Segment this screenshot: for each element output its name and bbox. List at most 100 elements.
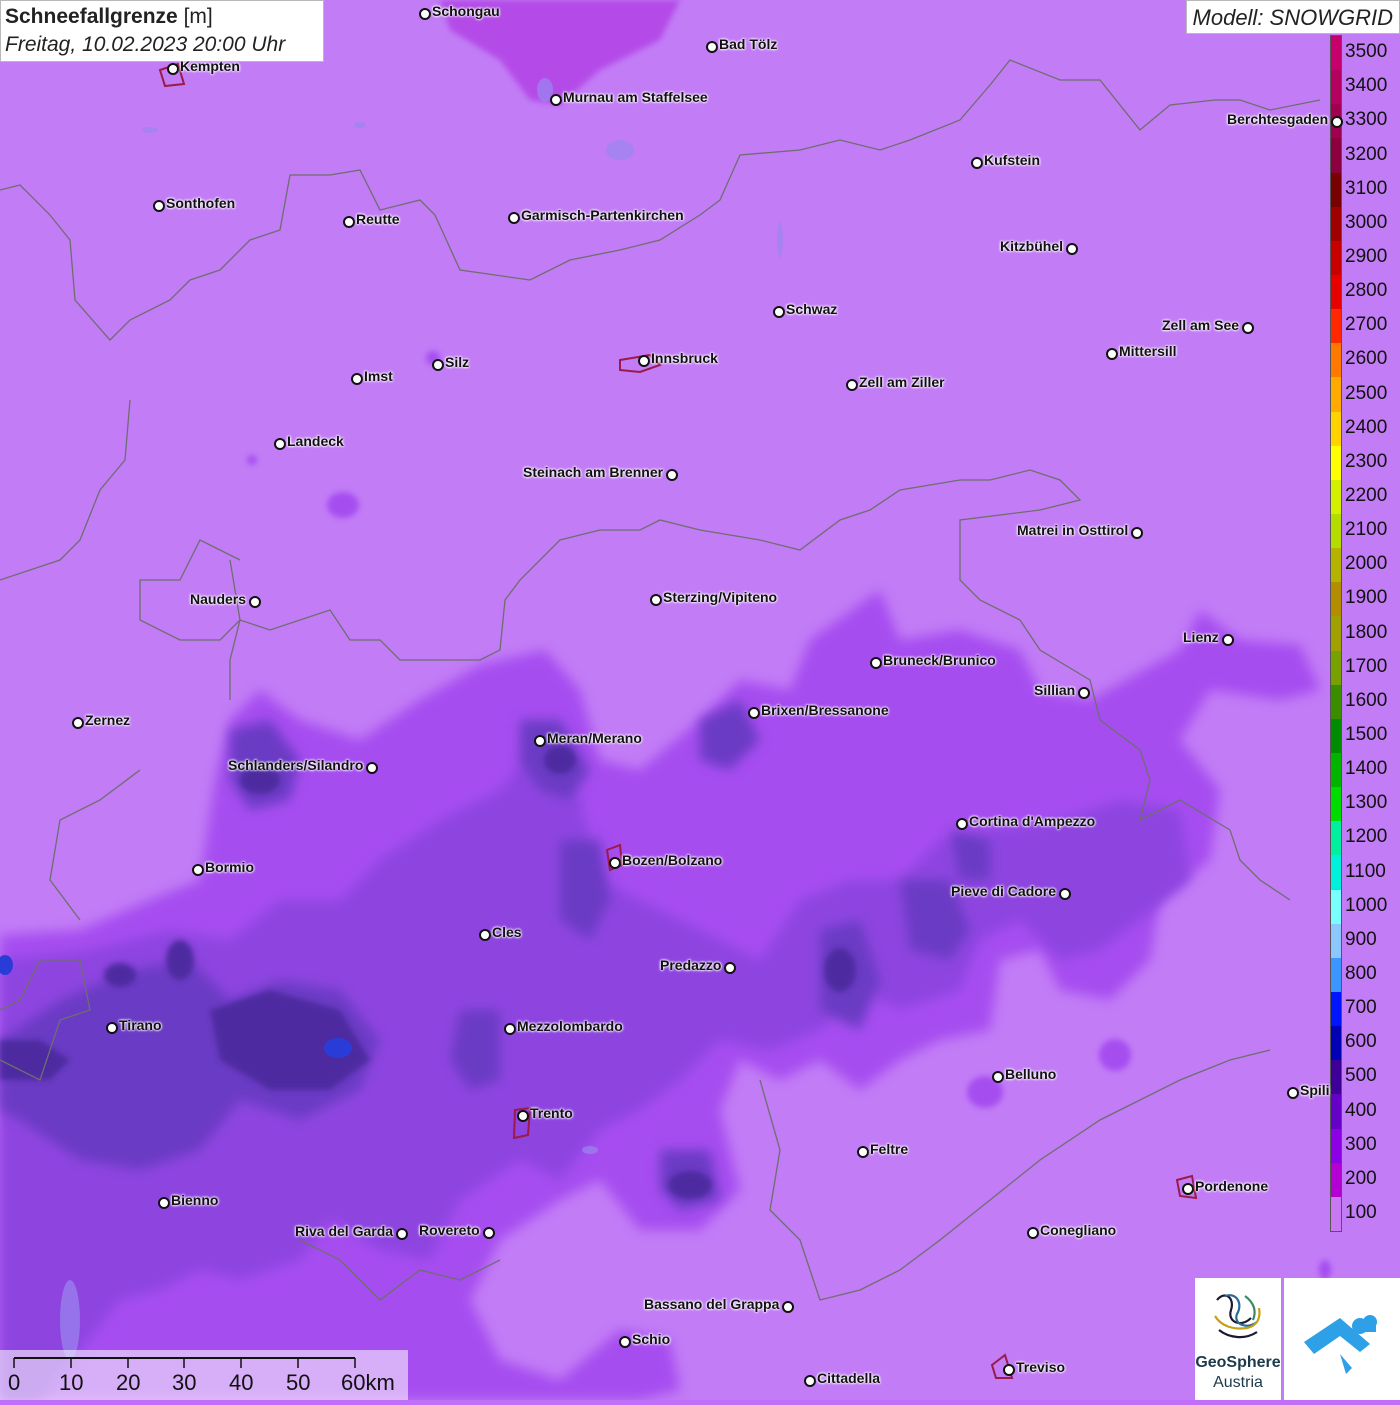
city-marker: [479, 929, 491, 941]
low-snowline-spot: [324, 1038, 352, 1058]
city-marker: [343, 216, 355, 228]
legend-label: 200: [1345, 1167, 1377, 1189]
city-marker: [192, 864, 204, 876]
legend-swatch: [1331, 1060, 1341, 1095]
city-label: Murnau am Staffelsee: [563, 89, 708, 105]
legend-label: 3300: [1345, 109, 1388, 131]
legend-swatch: [1331, 1128, 1341, 1164]
city-marker: [1331, 116, 1343, 128]
city-marker: [1027, 1227, 1039, 1239]
city-label: Zell am Ziller: [859, 374, 945, 390]
city-marker: [857, 1146, 869, 1158]
city-label: Trento: [530, 1105, 573, 1121]
city-marker: [992, 1071, 1004, 1083]
map-title: Schneefallgrenze [m]: [5, 5, 213, 28]
legend-label: 700: [1345, 997, 1377, 1019]
city-marker: [1003, 1364, 1015, 1376]
city-marker: [706, 41, 718, 53]
legend-label: 1000: [1345, 894, 1388, 916]
city-label: Lienz: [1183, 629, 1219, 645]
legend-label: 1700: [1345, 655, 1388, 677]
city-label: Pieve di Cadore: [951, 883, 1057, 899]
city-label: Reutte: [356, 211, 400, 227]
legend-label: 2000: [1345, 553, 1388, 575]
city-marker: [351, 373, 363, 385]
city-label: Treviso: [1016, 1359, 1066, 1375]
city-label: Sillian: [1034, 682, 1076, 698]
legend-swatch: [1331, 616, 1341, 652]
city-marker: [1059, 888, 1071, 900]
legend-swatch: [1331, 718, 1341, 754]
scale-tick-label: 60km: [341, 1370, 395, 1395]
city-marker: [1078, 687, 1090, 699]
city-label: Garmisch-Partenkirchen: [521, 207, 684, 223]
city-marker: [106, 1022, 118, 1034]
geosphere-text-1: GeoSphere: [1195, 1354, 1281, 1371]
legend-label: 3400: [1345, 75, 1388, 97]
legend-swatch: [1331, 684, 1341, 720]
legend-swatch: [1331, 650, 1341, 686]
legend-swatch: [1331, 138, 1341, 174]
city-marker: [956, 818, 968, 830]
legend-label: 3500: [1345, 41, 1388, 63]
city-marker: [517, 1110, 529, 1122]
legend-label: 2200: [1345, 484, 1388, 506]
city-marker: [666, 469, 678, 481]
city-label: Tirano: [119, 1017, 162, 1033]
city-label: Bienno: [171, 1192, 219, 1208]
city-label: Imst: [364, 368, 393, 384]
legend-swatch: [1331, 957, 1341, 993]
legend-swatch: [1331, 1094, 1341, 1130]
city-marker: [504, 1023, 516, 1035]
city-marker: [483, 1227, 495, 1239]
city-label: Rovereto: [419, 1222, 480, 1238]
legend-label: 1400: [1345, 758, 1388, 780]
city-marker: [1182, 1183, 1194, 1195]
legend-swatch: [1331, 923, 1341, 959]
legend-swatch: [1331, 377, 1341, 413]
geosphere-emblem-icon: [1214, 1294, 1261, 1339]
city-marker: [638, 355, 650, 367]
legend-swatch: [1331, 1196, 1341, 1232]
city-marker: [1106, 348, 1118, 360]
legend-label: 800: [1345, 962, 1377, 984]
legend-label: 500: [1345, 1065, 1377, 1087]
legend-swatch: [1331, 1162, 1341, 1198]
city-label: Zernez: [85, 712, 131, 728]
legend-swatch: [1331, 411, 1341, 447]
city-label: Schongau: [432, 3, 500, 19]
city-marker: [804, 1375, 816, 1387]
city-label: Kufstein: [984, 152, 1040, 168]
city-label: Zell am See: [1162, 317, 1240, 333]
city-label: Feltre: [870, 1141, 909, 1157]
city-label: Steinach am Brenner: [523, 464, 664, 480]
scale-tick-label: 20: [116, 1370, 141, 1395]
legend-label: 2700: [1345, 314, 1388, 336]
city-label: Schlanders/Silandro: [228, 757, 364, 773]
legend-label: 3000: [1345, 211, 1388, 233]
city-marker: [508, 212, 520, 224]
city-label: Belluno: [1005, 1066, 1057, 1082]
city-marker: [1242, 322, 1254, 334]
map-title-box: Schneefallgrenze [m] Freitag, 10.02.2023…: [0, 0, 324, 62]
scale-tick-label: 40: [229, 1370, 254, 1395]
mountain-cloud-icon: [1304, 1315, 1377, 1374]
legend-swatch: [1331, 855, 1341, 891]
city-marker: [534, 735, 546, 747]
city-label: Brixen/Bressanone: [761, 702, 889, 718]
legend-swatch: [1331, 514, 1341, 549]
city-marker: [1222, 634, 1234, 646]
city-marker: [619, 1336, 631, 1348]
city-marker: [609, 857, 621, 869]
legend-label: 1200: [1345, 826, 1388, 848]
city-label: Schwaz: [786, 301, 838, 317]
legend-swatch: [1331, 787, 1341, 822]
city-marker: [846, 379, 858, 391]
legend-label: 900: [1345, 928, 1377, 950]
city-label: Bozen/Bolzano: [622, 852, 723, 868]
city-label: Riva del Garda: [295, 1223, 394, 1239]
city-marker: [274, 438, 286, 450]
city-marker: [971, 157, 983, 169]
city-label: Berchtesgaden: [1227, 111, 1329, 127]
city-label: Silz: [445, 354, 470, 370]
